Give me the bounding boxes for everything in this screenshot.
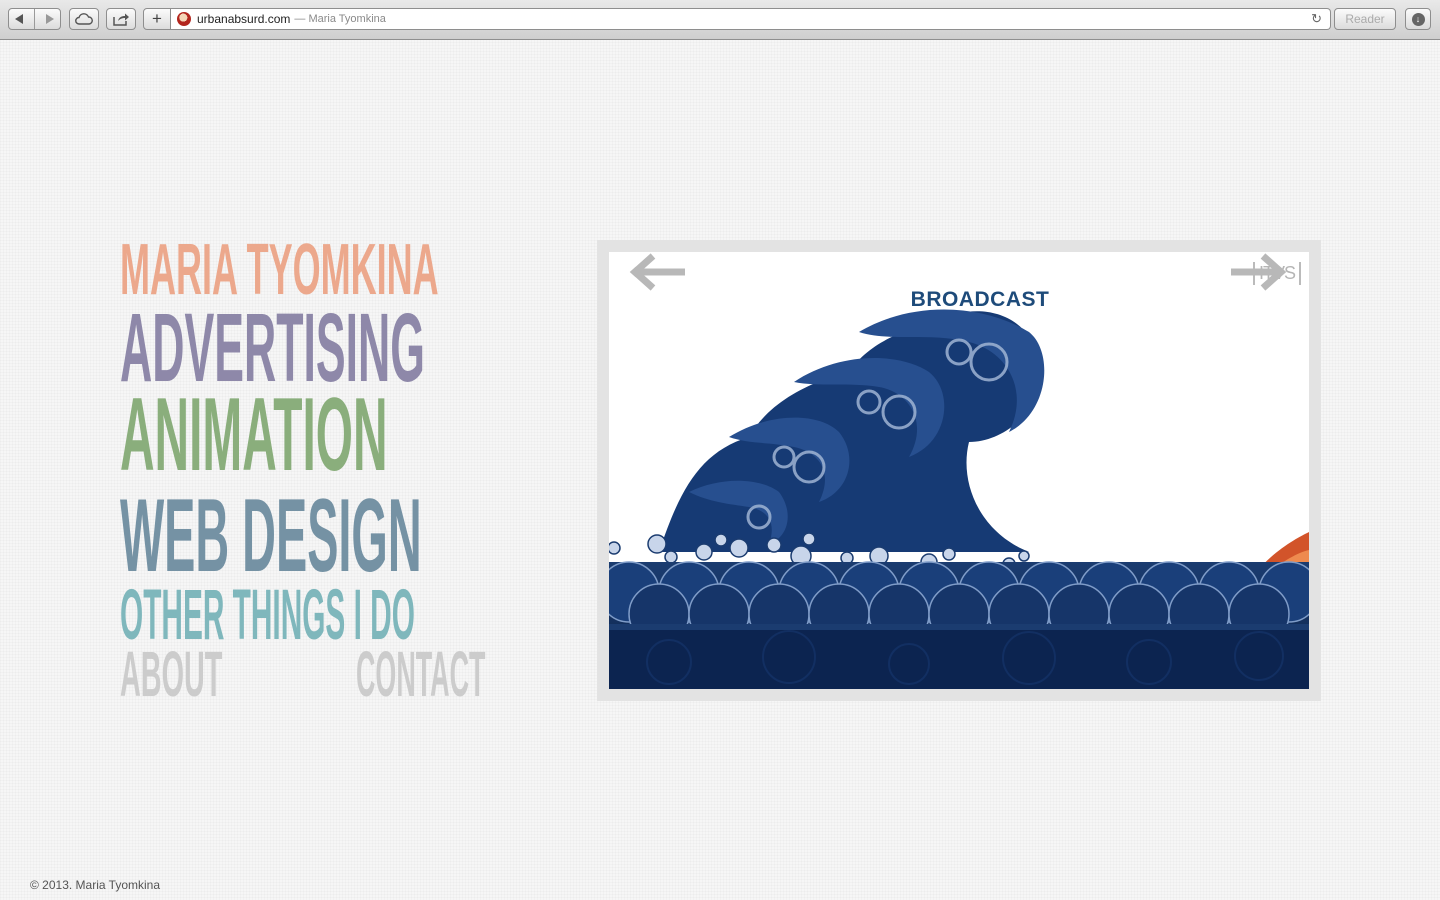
cloud-icon (75, 13, 93, 25)
next-arrow-icon[interactable] (1229, 252, 1287, 292)
nav-web-design[interactable]: WEB DESIGN (120, 484, 422, 588)
footer-copyright: © 2013. Maria Tyomkina (30, 878, 161, 892)
address-bar[interactable]: urbanabsurd.com — Maria Tyomkina ↻ (171, 8, 1331, 30)
forward-arrow-icon[interactable] (46, 14, 55, 24)
address-url[interactable]: urbanabsurd.com (197, 12, 290, 26)
great-wave-illustration (609, 309, 1309, 689)
nav-animation[interactable]: ANIMATION (120, 383, 388, 487)
downloads-button[interactable]: ↓ (1405, 8, 1431, 30)
download-arrow-icon: ↓ (1411, 12, 1425, 26)
previous-arrow-icon[interactable] (629, 252, 687, 292)
back-arrow-icon[interactable] (14, 14, 23, 24)
browser-toolbar: + urbanabsurd.com — Maria Tyomkina ↻ Rea… (0, 0, 1440, 40)
slideshow-slide[interactable]: BROADCAST ITVS (609, 252, 1309, 689)
new-tab-button[interactable]: + (143, 8, 171, 30)
site-favicon-icon (177, 12, 191, 26)
slide-heading: BROADCAST (910, 288, 1050, 311)
nav-contact[interactable]: CONTACT (356, 642, 485, 706)
share-icon (113, 13, 129, 26)
address-page-title: — Maria Tyomkina (294, 13, 386, 25)
button-divider (33, 9, 35, 29)
slideshow-frame: BROADCAST ITVS (597, 240, 1321, 701)
icloud-tabs-button[interactable] (69, 8, 99, 30)
reload-icon[interactable]: ↻ (1311, 11, 1322, 27)
nav-about[interactable]: ABOUT (120, 642, 222, 706)
share-button[interactable] (106, 8, 136, 30)
reader-button[interactable]: Reader (1334, 8, 1396, 30)
back-forward-buttons[interactable] (8, 8, 61, 30)
